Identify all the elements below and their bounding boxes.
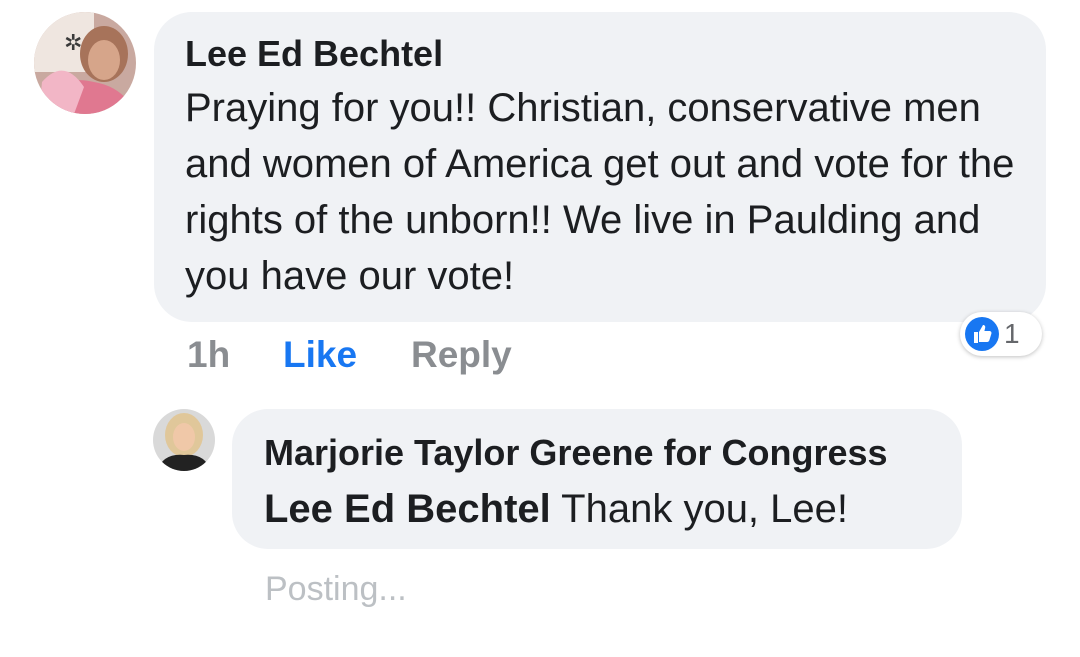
- commenter-avatar[interactable]: ✲: [34, 12, 136, 114]
- reply-text: Thank you, Lee!: [561, 487, 849, 531]
- comment-timestamp[interactable]: 1h: [187, 334, 230, 376]
- comment-actions: 1h Like Reply: [187, 334, 687, 378]
- like-button[interactable]: Like: [283, 334, 357, 376]
- reply-body: Lee Ed Bechtel Thank you, Lee!: [264, 481, 848, 537]
- reply-author[interactable]: Marjorie Taylor Greene for Congress: [264, 431, 888, 475]
- posting-status: Posting...: [265, 570, 407, 608]
- svg-text:✲: ✲: [64, 31, 82, 56]
- reply-mention[interactable]: Lee Ed Bechtel: [264, 487, 551, 531]
- reply-button[interactable]: Reply: [411, 334, 512, 376]
- reaction-count: 1: [1004, 318, 1020, 349]
- reply-bubble: Marjorie Taylor Greene for Congress Lee …: [232, 409, 962, 549]
- reaction-summary[interactable]: 1: [960, 312, 1042, 356]
- comment-bubble: Lee Ed Bechtel Praying for you!! Christi…: [154, 12, 1046, 322]
- replier-avatar[interactable]: [153, 409, 215, 471]
- comment-author[interactable]: Lee Ed Bechtel: [185, 32, 443, 76]
- comment-text: Praying for you!! Christian, conservativ…: [185, 86, 1015, 298]
- thumbs-up-icon: [965, 317, 999, 351]
